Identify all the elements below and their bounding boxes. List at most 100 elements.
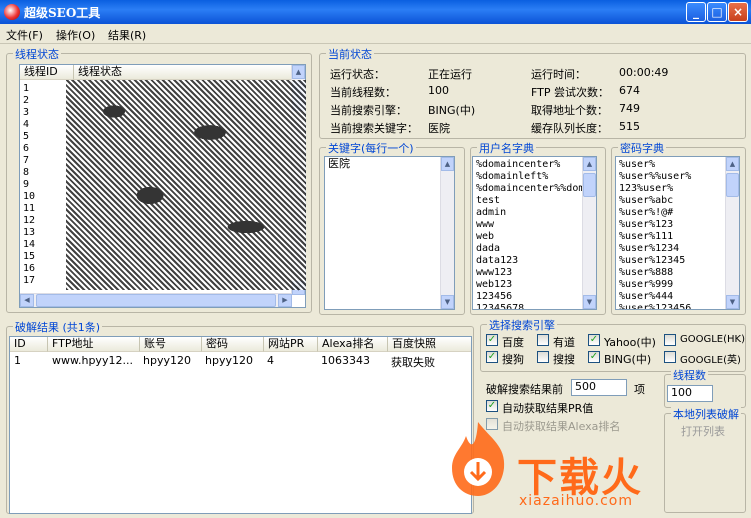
- thread-id-item: 5: [23, 131, 30, 142]
- google-hk-label: GOOGLE(HK): [680, 334, 746, 345]
- password-item: %user%abc: [619, 195, 674, 206]
- col-thread-status[interactable]: 线程状态: [74, 65, 293, 80]
- password-dict-textarea[interactable]: %user% %user%%user% 123%user% %user%abc %use…: [615, 156, 740, 310]
- thread-id-item: 10: [23, 191, 36, 202]
- scroll-up-arrow-icon[interactable]: ▲: [726, 157, 739, 171]
- thread-count-legend: 线程数: [671, 367, 708, 383]
- col-thread-id[interactable]: 线程ID: [20, 65, 74, 80]
- username-item: admin: [476, 207, 507, 218]
- keyword-label: 当前搜索关键字：: [330, 122, 418, 135]
- google-en-checkbox[interactable]: [664, 351, 676, 363]
- password-vscroll[interactable]: ▲ ▼: [725, 157, 739, 309]
- col-account[interactable]: 账号: [140, 337, 202, 352]
- yahoo-label: Yahoo(中): [604, 336, 656, 349]
- username-item: 12345678: [476, 303, 525, 310]
- username-item: test: [476, 195, 501, 206]
- password-items: %user% %user%%user% 123%user% %user%abc %use…: [616, 159, 691, 309]
- col-ftp[interactable]: FTP地址: [48, 337, 140, 352]
- menu-file[interactable]: 文件(F): [6, 27, 43, 43]
- results-table[interactable]: ID FTP地址 账号 密码 网站PR Alexa排名 百度快照 1 www.h…: [9, 336, 472, 514]
- youdao-checkbox[interactable]: [537, 334, 549, 346]
- auto-pr-checkbox[interactable]: ✓: [486, 400, 498, 412]
- username-dict-textarea[interactable]: %domaincenter% %domainleft% %domaincenter%…: [472, 156, 597, 310]
- open-list-button[interactable]: 打开列表: [681, 423, 725, 439]
- google-hk-checkbox[interactable]: [664, 334, 676, 346]
- username-item: %domaincenter%: [476, 159, 561, 170]
- addr-count-value: 749: [619, 102, 640, 115]
- thread-id-item: 2: [23, 95, 30, 106]
- run-time-label: 运行时间：: [531, 68, 586, 81]
- username-item: %domainleft%: [476, 171, 549, 182]
- username-item: www: [476, 219, 495, 230]
- col-pr[interactable]: 网站PR: [264, 337, 318, 352]
- scroll-up-arrow-icon[interactable]: ▲: [441, 157, 454, 171]
- yahoo-checkbox[interactable]: ✓: [588, 334, 600, 346]
- scroll-thumb[interactable]: [583, 173, 596, 197]
- crack-before-input[interactable]: 500: [571, 379, 627, 396]
- row-ftp: www.hpyy12...: [52, 354, 133, 367]
- username-item: web123: [476, 279, 513, 290]
- thread-id-item: 17: [23, 275, 36, 286]
- scroll-down-arrow-icon[interactable]: ▼: [441, 295, 454, 309]
- col-snapshot[interactable]: 百度快照: [388, 337, 471, 352]
- thread-list-hscroll[interactable]: ◀ ▶: [20, 293, 292, 307]
- addr-count-label: 取得地址个数：: [531, 104, 608, 117]
- table-row[interactable]: 1 www.hpyy12... hpyy120 hpyy120 4 106334…: [10, 354, 471, 369]
- baidu-checkbox[interactable]: ✓: [486, 334, 498, 346]
- username-item: dada: [476, 243, 501, 254]
- run-time-value: 00:00:49: [619, 66, 669, 79]
- threads-value: 100: [428, 84, 449, 97]
- scroll-thumb[interactable]: [726, 173, 739, 197]
- baidu-label: 百度: [502, 336, 524, 349]
- cache-length-value: 515: [619, 120, 640, 133]
- row-alexa: 1063343: [321, 354, 370, 367]
- col-alexa[interactable]: Alexa排名: [318, 337, 388, 352]
- keywords-legend: 关键字(每行一个): [326, 140, 416, 156]
- scroll-right-arrow-icon[interactable]: ▶: [278, 294, 292, 307]
- scroll-down-arrow-icon[interactable]: ▼: [726, 295, 739, 309]
- password-item: %user%1234: [619, 243, 680, 254]
- thread-id-item: 13: [23, 227, 36, 238]
- scroll-up-arrow-icon[interactable]: ▲: [583, 157, 596, 171]
- current-status-legend: 当前状态: [326, 46, 374, 62]
- threads-label: 当前线程数：: [330, 86, 396, 99]
- menu-operate[interactable]: 操作(O): [56, 27, 95, 43]
- watermark-url: xiazaihuo.com: [519, 493, 633, 509]
- password-item: %user%999: [619, 279, 674, 290]
- sogou-checkbox[interactable]: ✓: [486, 351, 498, 363]
- thread-count-input[interactable]: 100: [667, 385, 713, 402]
- auto-pr-label: 自动获取结果PR值: [502, 402, 594, 415]
- bing-label: BING(中): [604, 353, 652, 366]
- close-button[interactable]: ×: [728, 2, 748, 22]
- menu-result[interactable]: 结果(R): [108, 27, 146, 43]
- minimize-button[interactable]: _: [686, 2, 706, 22]
- keyword-line: 医院: [328, 157, 350, 170]
- col-password[interactable]: 密码: [202, 337, 264, 352]
- keywords-vscroll[interactable]: ▲ ▼: [440, 157, 454, 309]
- thread-id-item: 11: [23, 203, 36, 214]
- scroll-down-arrow-icon[interactable]: ▼: [583, 295, 596, 309]
- col-id[interactable]: ID: [10, 337, 48, 352]
- window-title: 超级SEO工具: [24, 6, 101, 20]
- keywords-textarea[interactable]: 医院 ▲ ▼: [324, 156, 455, 310]
- password-dict-legend: 密码字典: [618, 140, 666, 156]
- thread-id-column: 1 2 3 4 5 6 7 8 9 10 11 12 13 14 15 16 17: [20, 83, 35, 287]
- username-vscroll[interactable]: ▲ ▼: [582, 157, 596, 309]
- scroll-left-arrow-icon[interactable]: ◀: [20, 294, 34, 307]
- hscroll-thumb[interactable]: [36, 294, 276, 307]
- password-item: %user%: [619, 159, 656, 170]
- crack-before-unit: 项: [634, 383, 645, 396]
- password-item: 123%user%: [619, 183, 674, 194]
- username-item: data123: [476, 255, 519, 266]
- thread-id-item: 3: [23, 107, 30, 118]
- maximize-button[interactable]: □: [707, 2, 727, 22]
- username-item: 123456: [476, 291, 513, 302]
- app-icon: [4, 4, 20, 20]
- bing-checkbox[interactable]: ✓: [588, 351, 600, 363]
- soso-checkbox[interactable]: [537, 351, 549, 363]
- scroll-up-arrow-icon[interactable]: ▲: [292, 65, 305, 79]
- username-items: %domaincenter% %domainleft% %domaincenter%…: [473, 159, 591, 310]
- ftp-attempts-label: FTP 尝试次数：: [531, 86, 609, 99]
- username-item: %domaincenter%%doma: [476, 183, 591, 194]
- google-en-label: GOOGLE(英): [680, 355, 741, 366]
